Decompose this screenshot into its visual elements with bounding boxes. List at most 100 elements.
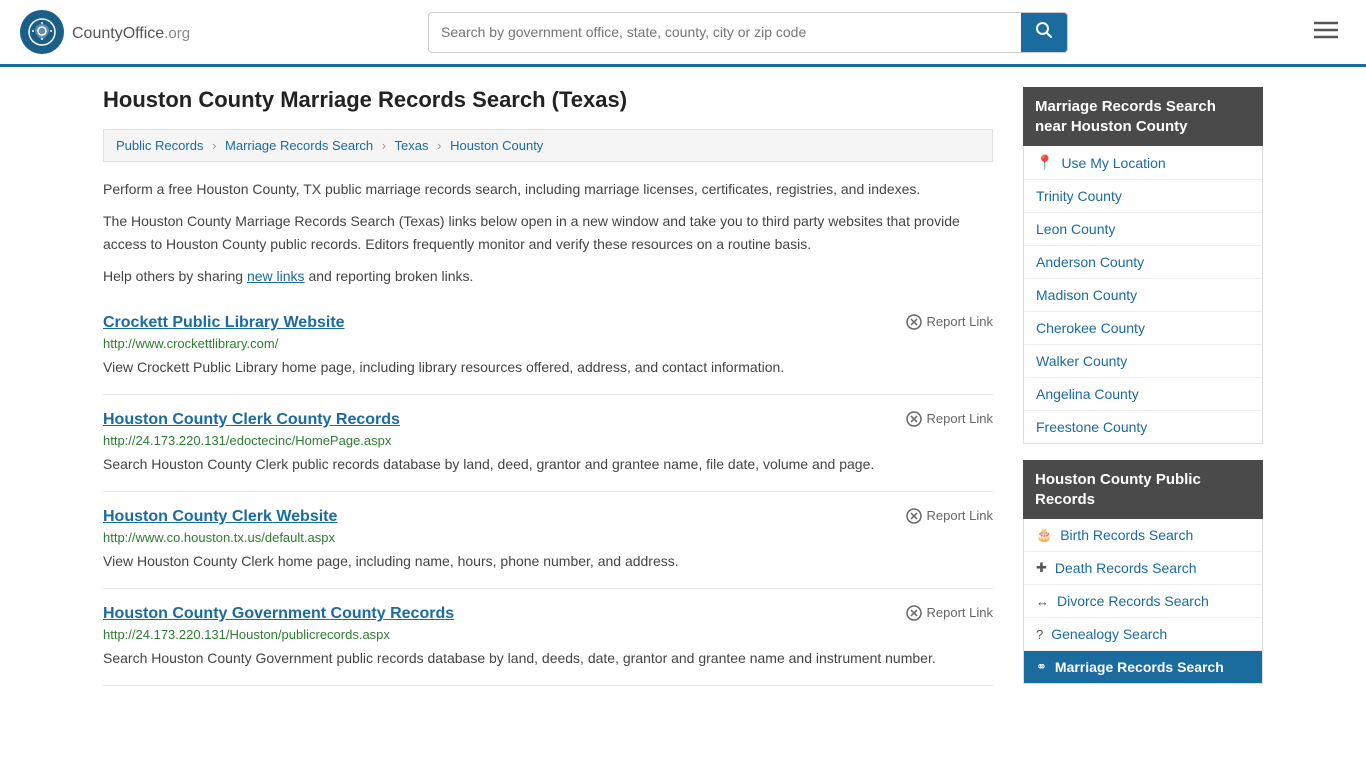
marriage-records-icon: ⚭ xyxy=(1036,659,1047,675)
angelina-county-link[interactable]: Angelina County xyxy=(1036,386,1139,402)
genealogy-icon: ? xyxy=(1036,627,1043,642)
sidebar-leon-county[interactable]: Leon County xyxy=(1024,213,1262,246)
report-label-3: Report Link xyxy=(927,508,993,523)
sidebar-nearby-list: 📍 Use My Location Trinity County Leon Co… xyxy=(1023,146,1263,444)
report-link-1[interactable]: Report Link xyxy=(906,314,993,330)
header: CountyOffice.org xyxy=(0,0,1366,67)
report-link-3[interactable]: Report Link xyxy=(906,508,993,524)
sidebar-trinity-county[interactable]: Trinity County xyxy=(1024,180,1262,213)
intro3-pre-text: Help others by sharing xyxy=(103,268,247,284)
menu-button[interactable] xyxy=(1306,15,1346,49)
result-header-1: Crockett Public Library Website Report L… xyxy=(103,314,993,336)
content-area: Houston County Marriage Records Search (… xyxy=(103,87,993,700)
report-link-4[interactable]: Report Link xyxy=(906,605,993,621)
result-header-4: Houston County Government County Records… xyxy=(103,605,993,627)
sidebar-death-records[interactable]: ✚ Death Records Search xyxy=(1024,552,1262,585)
use-my-location-link[interactable]: Use My Location xyxy=(1061,155,1165,171)
main-container: Houston County Marriage Records Search (… xyxy=(83,67,1283,720)
birth-records-link[interactable]: Birth Records Search xyxy=(1060,527,1193,543)
new-links-link[interactable]: new links xyxy=(247,268,305,284)
search-button[interactable] xyxy=(1021,13,1067,52)
report-label-4: Report Link xyxy=(927,605,993,620)
birth-records-icon: 🎂 xyxy=(1036,527,1052,543)
use-my-location-item[interactable]: 📍 Use My Location xyxy=(1024,146,1262,180)
report-icon-2 xyxy=(906,411,922,427)
leon-county-link[interactable]: Leon County xyxy=(1036,221,1115,237)
search-input[interactable] xyxy=(429,16,1021,48)
intro3-post-text: and reporting broken links. xyxy=(305,268,474,284)
result-card-3: Houston County Clerk Website Report Link… xyxy=(103,492,993,589)
search-area xyxy=(428,12,1068,53)
sidebar-public-records-header: Houston County Public Records xyxy=(1023,460,1263,519)
breadcrumb-texas[interactable]: Texas xyxy=(395,138,429,153)
search-icon xyxy=(1035,21,1053,39)
result-title-1[interactable]: Crockett Public Library Website xyxy=(103,314,345,332)
sidebar-madison-county[interactable]: Madison County xyxy=(1024,279,1262,312)
breadcrumb-sep-1: › xyxy=(212,138,216,153)
divorce-records-link[interactable]: Divorce Records Search xyxy=(1057,593,1209,609)
trinity-county-link[interactable]: Trinity County xyxy=(1036,188,1122,204)
result-card-4: Houston County Government County Records… xyxy=(103,589,993,686)
result-url-2[interactable]: http://24.173.220.131/edoctecinc/HomePag… xyxy=(103,433,993,448)
logo-area[interactable]: CountyOffice.org xyxy=(20,10,190,54)
result-desc-4: Search Houston County Government public … xyxy=(103,648,993,669)
anderson-county-link[interactable]: Anderson County xyxy=(1036,254,1144,270)
intro-paragraph-2: The Houston County Marriage Records Sear… xyxy=(103,210,993,255)
sidebar-cherokee-county[interactable]: Cherokee County xyxy=(1024,312,1262,345)
result-url-1[interactable]: http://www.crockettlibrary.com/ xyxy=(103,336,993,351)
result-title-3[interactable]: Houston County Clerk Website xyxy=(103,508,337,526)
breadcrumb: Public Records › Marriage Records Search… xyxy=(103,129,993,162)
report-link-2[interactable]: Report Link xyxy=(906,411,993,427)
result-url-3[interactable]: http://www.co.houston.tx.us/default.aspx xyxy=(103,530,993,545)
death-records-icon: ✚ xyxy=(1036,560,1047,576)
result-title-4[interactable]: Houston County Government County Records xyxy=(103,605,454,623)
cherokee-county-link[interactable]: Cherokee County xyxy=(1036,320,1145,336)
logo-suffix: .org xyxy=(164,25,190,42)
breadcrumb-sep-2: › xyxy=(382,138,386,153)
sidebar-freestone-county[interactable]: Freestone County xyxy=(1024,411,1262,443)
report-icon-4 xyxy=(906,605,922,621)
report-label-1: Report Link xyxy=(927,314,993,329)
result-header-3: Houston County Clerk Website Report Link xyxy=(103,508,993,530)
sidebar-angelina-county[interactable]: Angelina County xyxy=(1024,378,1262,411)
sidebar-divorce-records[interactable]: ↔ Divorce Records Search xyxy=(1024,585,1262,618)
sidebar-anderson-county[interactable]: Anderson County xyxy=(1024,246,1262,279)
results-list: Crockett Public Library Website Report L… xyxy=(103,298,993,686)
logo-main-text: CountyOffice xyxy=(72,25,164,42)
freestone-county-link[interactable]: Freestone County xyxy=(1036,419,1147,435)
sidebar-nearby-header: Marriage Records Search near Houston Cou… xyxy=(1023,87,1263,146)
result-desc-2: Search Houston County Clerk public recor… xyxy=(103,454,993,475)
marriage-records-link[interactable]: Marriage Records Search xyxy=(1055,659,1224,675)
result-desc-1: View Crockett Public Library home page, … xyxy=(103,357,993,378)
intro-paragraph-3: Help others by sharing new links and rep… xyxy=(103,265,993,287)
result-title-2[interactable]: Houston County Clerk County Records xyxy=(103,411,400,429)
logo-icon xyxy=(20,10,64,54)
sidebar-genealogy-search[interactable]: ? Genealogy Search xyxy=(1024,618,1262,651)
intro-paragraph-1: Perform a free Houston County, TX public… xyxy=(103,178,993,200)
result-header-2: Houston County Clerk County Records Repo… xyxy=(103,411,993,433)
result-url-4[interactable]: http://24.173.220.131/Houston/publicreco… xyxy=(103,627,993,642)
page-title: Houston County Marriage Records Search (… xyxy=(103,87,993,113)
walker-county-link[interactable]: Walker County xyxy=(1036,353,1127,369)
sidebar-birth-records[interactable]: 🎂 Birth Records Search xyxy=(1024,519,1262,552)
hamburger-icon xyxy=(1314,21,1338,39)
divorce-records-icon: ↔ xyxy=(1036,594,1049,609)
genealogy-link[interactable]: Genealogy Search xyxy=(1051,626,1167,642)
report-icon-1 xyxy=(906,314,922,330)
result-card-1: Crockett Public Library Website Report L… xyxy=(103,298,993,395)
breadcrumb-houston-county[interactable]: Houston County xyxy=(450,138,543,153)
sidebar-marriage-records[interactable]: ⚭ Marriage Records Search xyxy=(1024,651,1262,683)
pin-icon: 📍 xyxy=(1036,154,1053,171)
result-desc-3: View Houston County Clerk home page, inc… xyxy=(103,551,993,572)
logo-text: CountyOffice.org xyxy=(72,21,190,44)
report-icon-3 xyxy=(906,508,922,524)
result-card-2: Houston County Clerk County Records Repo… xyxy=(103,395,993,492)
breadcrumb-sep-3: › xyxy=(437,138,441,153)
death-records-link[interactable]: Death Records Search xyxy=(1055,560,1197,576)
report-label-2: Report Link xyxy=(927,411,993,426)
madison-county-link[interactable]: Madison County xyxy=(1036,287,1137,303)
sidebar-walker-county[interactable]: Walker County xyxy=(1024,345,1262,378)
breadcrumb-public-records[interactable]: Public Records xyxy=(116,138,203,153)
sidebar: Marriage Records Search near Houston Cou… xyxy=(1023,87,1263,700)
breadcrumb-marriage-records-search[interactable]: Marriage Records Search xyxy=(225,138,373,153)
